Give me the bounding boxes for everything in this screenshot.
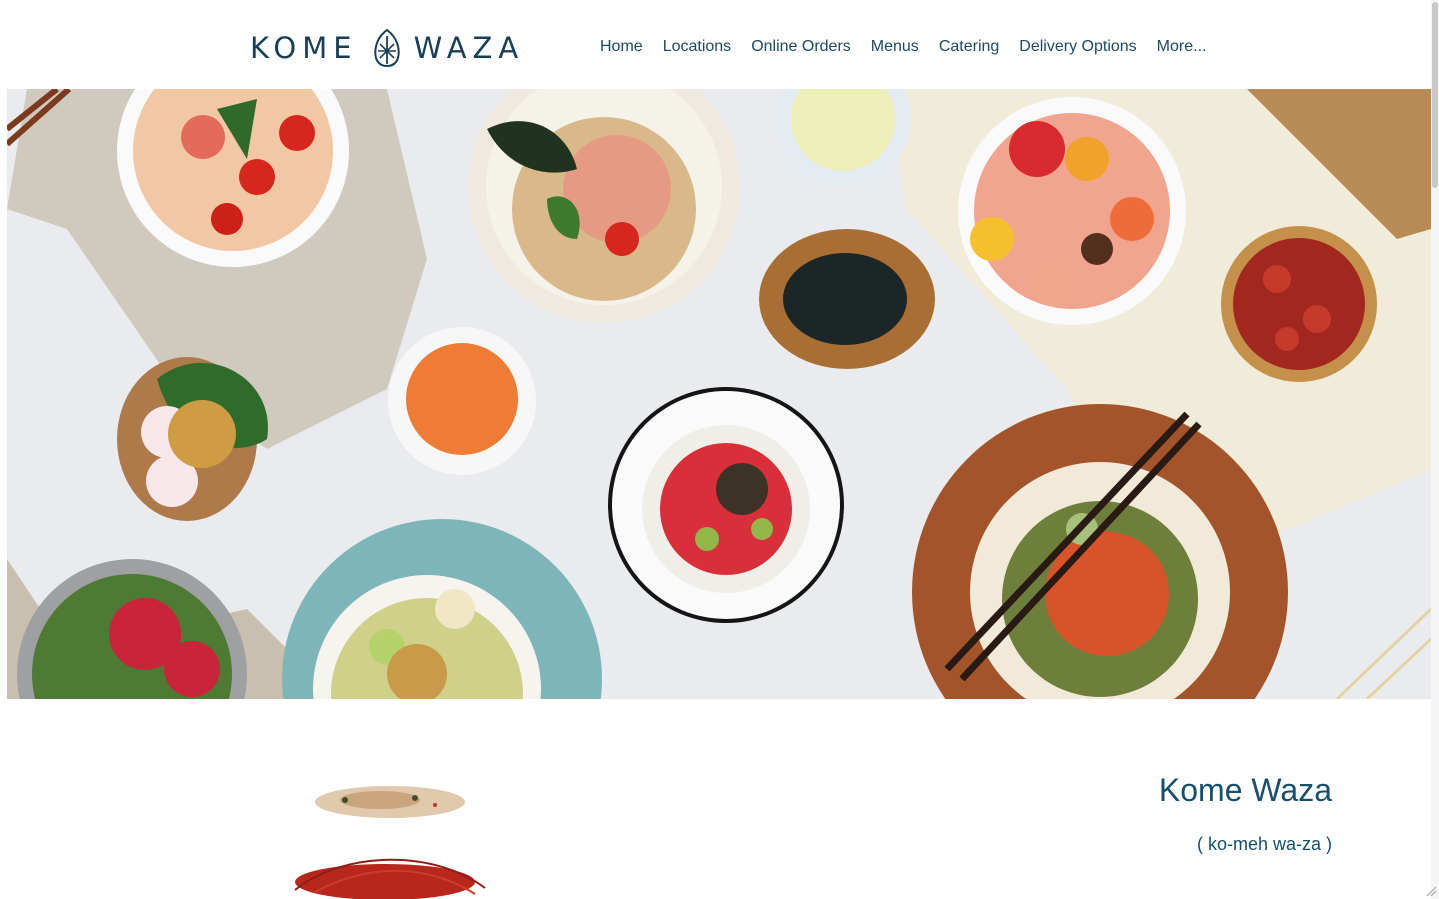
nav-online-orders[interactable]: Online Orders [741, 36, 861, 58]
intro-title: Kome Waza [1158, 772, 1332, 808]
logo-word-right: WAZA [413, 31, 525, 65]
nav-locations[interactable]: Locations [653, 36, 742, 58]
garnish-illustration [294, 786, 486, 899]
nav-more[interactable]: More... [1147, 36, 1217, 58]
logo-word-left: KOME [250, 31, 358, 65]
scrollbar-thumb[interactable] [1432, 2, 1438, 188]
nav-catering[interactable]: Catering [929, 36, 1009, 58]
main-nav: Home Locations Online Orders Menus Cater… [590, 36, 1216, 58]
logo-leaf-icon [373, 28, 400, 68]
hero-food-photo [7, 89, 1431, 699]
intro-pronunciation: ( ko-meh wa-za ) [1196, 834, 1332, 854]
nav-menus[interactable]: Menus [861, 36, 929, 58]
nav-delivery-options[interactable]: Delivery Options [1009, 36, 1146, 58]
nav-home[interactable]: Home [590, 36, 653, 58]
resize-grip-icon[interactable] [1425, 885, 1437, 897]
site-header: KOME WAZA Home Locations Online Orders M… [0, 0, 1439, 89]
site-logo[interactable]: KOME WAZA [250, 27, 524, 69]
page-scrollbar[interactable] [1431, 0, 1439, 899]
